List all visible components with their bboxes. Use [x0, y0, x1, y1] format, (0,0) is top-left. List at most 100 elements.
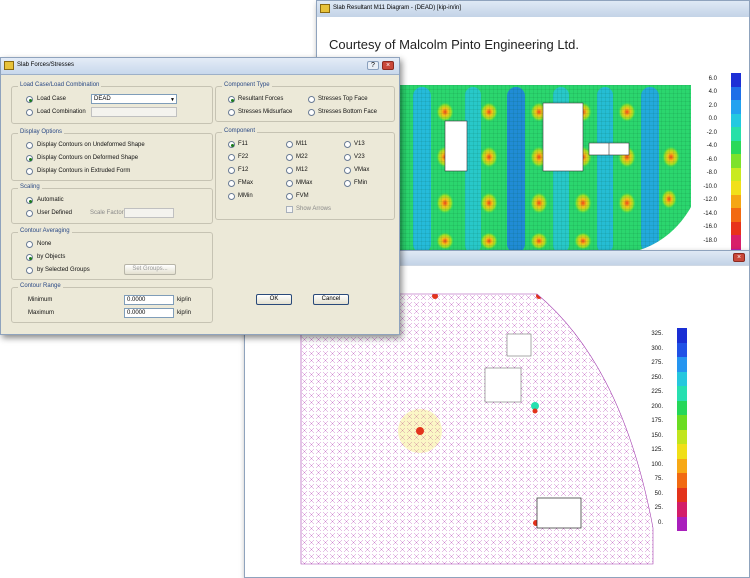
shell-legend-swatch — [677, 415, 687, 430]
shell-legend-label: 225. — [651, 389, 663, 396]
m11-legend-label: -4.0 — [706, 143, 717, 150]
component-label-m12: M12 — [296, 167, 308, 173]
stresses-midsurface-radio[interactable] — [228, 109, 235, 116]
shell-legend-swatch — [677, 502, 687, 517]
load-case-value: DEAD — [94, 96, 111, 102]
load-case-radio[interactable] — [26, 96, 33, 103]
m11-legend-swatch — [731, 167, 741, 181]
averaging-by-groups-radio[interactable] — [26, 267, 33, 274]
component-radio-vmax[interactable] — [344, 167, 351, 174]
component-radio-fvm[interactable] — [286, 193, 293, 200]
shell-legend-label: 175. — [651, 418, 663, 425]
display-undeformed-radio[interactable] — [26, 142, 33, 149]
component-label-mmin: MMin — [238, 193, 253, 199]
m11-legend-label: -12.0 — [703, 197, 717, 204]
resultant-forces-label: Resultant Forces — [238, 96, 284, 102]
app-icon — [4, 61, 14, 70]
m11-legend-label: -8.0 — [706, 170, 717, 177]
component-radio-mmax[interactable] — [286, 180, 293, 187]
m11-legend-swatch — [731, 235, 741, 249]
m11-legend-swatch — [731, 154, 741, 168]
display-deformed-radio[interactable] — [26, 155, 33, 162]
shell-close-icon[interactable]: × — [733, 253, 745, 262]
scaling-group: Scaling Automatic User Defined Scale Fac… — [11, 184, 213, 224]
minimum-unit: kip/in — [177, 297, 192, 303]
component-radio-m11[interactable] — [286, 141, 293, 148]
averaging-by-groups-label: by Selected Groups — [37, 267, 90, 273]
scaling-automatic-radio[interactable] — [26, 197, 33, 204]
shell-legend-label: 25. — [654, 505, 663, 512]
scale-factor-input[interactable] — [124, 208, 174, 218]
shell-legend-label: 125. — [651, 447, 663, 454]
load-case-dropdown[interactable]: DEAD ▼ — [91, 94, 177, 104]
m11-legend-label: 0.0 — [708, 116, 717, 123]
component-radio-v23[interactable] — [344, 154, 351, 161]
component-radio-f11[interactable] — [228, 141, 235, 148]
m11-legend-swatch — [731, 73, 741, 87]
m11-titlebar: Slab Resultant M11 Diagram - (DEAD) [kip… — [317, 1, 749, 18]
load-case-label: Load Case — [37, 96, 67, 102]
shell-legend-swatch — [677, 386, 687, 401]
component-label-fmin: FMin — [354, 180, 368, 186]
close-button[interactable]: × — [382, 61, 394, 70]
shell-legend-label: 275. — [651, 360, 663, 367]
m11-legend-swatch — [731, 221, 741, 235]
ok-button[interactable]: OK — [256, 294, 292, 305]
shell-legend-swatch — [677, 429, 687, 444]
stresses-top-radio[interactable] — [308, 96, 315, 103]
scaling-user-defined-radio[interactable] — [26, 210, 33, 217]
averaging-none-label: None — [37, 241, 52, 247]
app-icon — [320, 4, 330, 13]
minimum-input[interactable]: 0.0000 — [124, 295, 174, 305]
shell-legend-swatch — [677, 473, 687, 488]
component-radio-m12[interactable] — [286, 167, 293, 174]
load-combination-radio[interactable] — [26, 109, 33, 116]
shell-legend-label: 150. — [651, 432, 663, 439]
stresses-top-label: Stresses Top Face — [318, 96, 368, 102]
component-label-m11: M11 — [296, 141, 308, 147]
set-groups-button[interactable]: Set Groups... — [124, 264, 176, 275]
m11-legend-label: 4.0 — [708, 89, 717, 96]
component-radio-v13[interactable] — [344, 141, 351, 148]
shell-legend-swatch — [677, 328, 687, 343]
stresses-bottom-label: Stresses Bottom Face — [318, 109, 378, 115]
maximum-label: Maximum — [28, 310, 55, 316]
averaging-by-objects-label: by Objects — [37, 254, 66, 260]
help-button[interactable]: ? — [367, 61, 379, 70]
component-label-v13: V13 — [354, 141, 365, 147]
component-radio-fmin[interactable] — [344, 180, 351, 187]
component-radio-m22[interactable] — [286, 154, 293, 161]
component-label-f11: F11 — [238, 141, 248, 147]
resultant-forces-radio[interactable] — [228, 96, 235, 103]
cancel-button[interactable]: Cancel — [313, 294, 349, 305]
minimum-label: Minimum — [28, 297, 53, 303]
load-combination-dropdown[interactable] — [91, 107, 177, 117]
display-options-group: Display Options Display Contours on Unde… — [11, 129, 213, 181]
chevron-down-icon: ▼ — [170, 97, 175, 103]
m11-legend-swatch — [731, 100, 741, 114]
stresses-bottom-radio[interactable] — [308, 109, 315, 116]
component-radio-mmin[interactable] — [228, 193, 235, 200]
averaging-by-objects-radio[interactable] — [26, 254, 33, 261]
show-arrows-checkbox[interactable] — [286, 206, 293, 213]
component-label-fmax: FMax — [238, 180, 253, 186]
load-combination-label: Load Combination — [37, 109, 86, 115]
averaging-none-radio[interactable] — [26, 241, 33, 248]
shell-legend-label: 75. — [654, 476, 663, 483]
component-radio-fmax[interactable] — [228, 180, 235, 187]
maximum-input[interactable]: 0.0000 — [124, 308, 174, 318]
component-group: Component F11 M11 V13 F22 M22 V23 F12 M12 VMax FM… — [215, 128, 395, 220]
display-extruded-radio[interactable] — [26, 168, 33, 175]
shell-legend-swatch — [677, 458, 687, 473]
dialog-title: Slab Forces/Stresses — [17, 62, 75, 68]
scaling-automatic-label: Automatic — [37, 197, 64, 203]
display-undeformed-label: Display Contours on Undeformed Shape — [37, 142, 145, 148]
component-radio-f22[interactable] — [228, 154, 235, 161]
m11-legend-swatch — [731, 194, 741, 208]
component-label-vmax: VMax — [354, 167, 370, 173]
shell-legend-label: 200. — [651, 403, 663, 410]
component-label-v23: V23 — [354, 154, 365, 160]
component-radio-f12[interactable] — [228, 167, 235, 174]
m11-legend-label: 6.0 — [708, 75, 717, 82]
m11-legend-swatch — [731, 181, 741, 195]
